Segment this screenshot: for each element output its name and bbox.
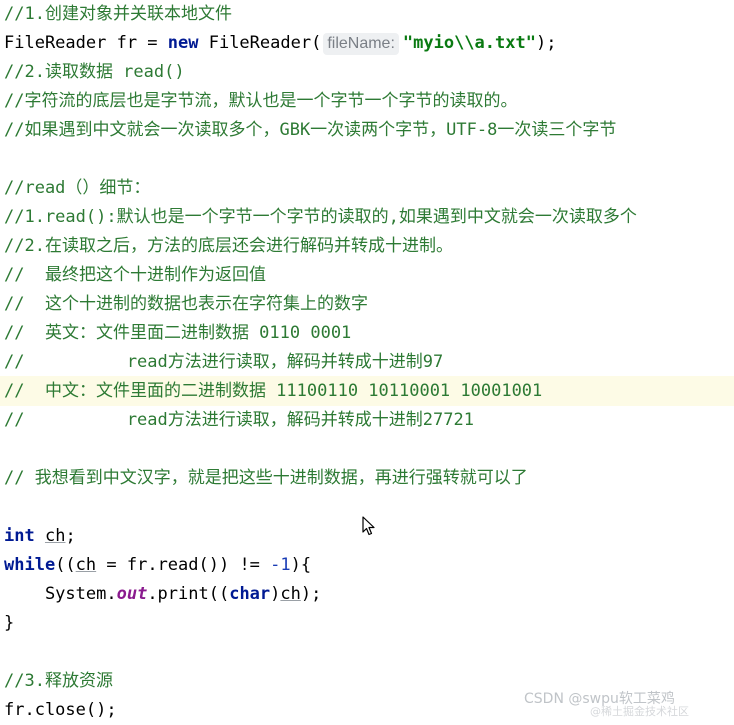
variable-ch: ch (44, 526, 66, 546)
code-text: ); (535, 33, 557, 53)
code-text: ){ (290, 555, 312, 575)
static-field-out: out (116, 584, 148, 604)
keyword-new: new (167, 33, 199, 53)
code-line-8[interactable]: //1.read():默认也是一个字节一个字节的读取的,如果遇到中文就会一次读取… (4, 203, 637, 232)
code-text: (( (55, 555, 76, 575)
string-literal: "myio\\a.txt" (402, 33, 536, 53)
code-line-10[interactable]: // 最终把这个十进制作为返回值 (4, 261, 266, 290)
code-line-17[interactable]: // 我想看到中文汉字，就是把这些十进制数据，再进行强转就可以了 (4, 464, 528, 493)
code-text: FileReader( (198, 33, 322, 53)
code-line-21[interactable]: System.out.print((char)ch); (4, 580, 321, 609)
watermark-sub: @稀土掘金技术社区 (590, 705, 689, 718)
code-line-7[interactable]: //read（）细节： (4, 174, 150, 203)
mouse-pointer-icon (362, 516, 375, 536)
code-text: ); (300, 584, 322, 604)
number-literal: -1 (270, 555, 291, 575)
code-text: = fr.read()) != (96, 555, 271, 575)
code-line-9[interactable]: //2.在读取之后，方法的底层还会进行解码并转成十进制。 (4, 232, 453, 261)
code-line-22[interactable]: } (4, 609, 14, 638)
variable-ch: ch (75, 555, 97, 575)
code-text: ; (65, 526, 76, 546)
code-text: FileReader fr = (4, 33, 168, 53)
code-line-24[interactable]: //3.释放资源 (4, 667, 113, 696)
code-line-3[interactable]: //2.读取数据 read() (4, 58, 185, 87)
code-line-19[interactable]: int ch; (4, 522, 76, 551)
code-line-1[interactable]: //1.创建对象并关联本地文件 (4, 0, 232, 29)
code-line-14[interactable]: // 中文：文件里面的二进制数据 11100110 10110001 10001… (4, 377, 542, 406)
code-text: ) (270, 584, 281, 604)
keyword-char: char (229, 584, 271, 604)
code-editor[interactable]: //1.创建对象并关联本地文件 FileReader fr = new File… (0, 0, 734, 723)
code-line-2[interactable]: FileReader fr = new FileReader(fileName:… (4, 29, 556, 58)
variable-ch: ch (280, 584, 301, 604)
code-line-12[interactable]: // 英文：文件里面二进制数据 0110 0001 (4, 319, 351, 348)
code-line-15[interactable]: // read方法进行读取，解码并转成十进制27721 (4, 406, 474, 435)
keyword-int: int (4, 526, 35, 546)
code-line-11[interactable]: // 这个十进制的数据也表示在字符集上的数字 (4, 290, 368, 319)
parameter-hint: fileName: (323, 33, 399, 55)
code-line-20[interactable]: while((ch = fr.read()) != -1){ (4, 551, 311, 580)
code-line-13[interactable]: // read方法进行读取，解码并转成十进制97 (4, 348, 443, 377)
code-text: System. (4, 584, 117, 604)
code-text: .print(( (147, 584, 230, 604)
keyword-while: while (4, 555, 56, 575)
code-line-4[interactable]: //字符流的底层也是字节流，默认也是一个字节一个字节的读取的。 (4, 87, 517, 116)
code-line-25[interactable]: fr.close(); (4, 696, 117, 725)
code-line-5[interactable]: //如果遇到中文就会一次读取多个，GBK一次读两个字节，UTF-8一次读三个字节 (4, 116, 616, 145)
